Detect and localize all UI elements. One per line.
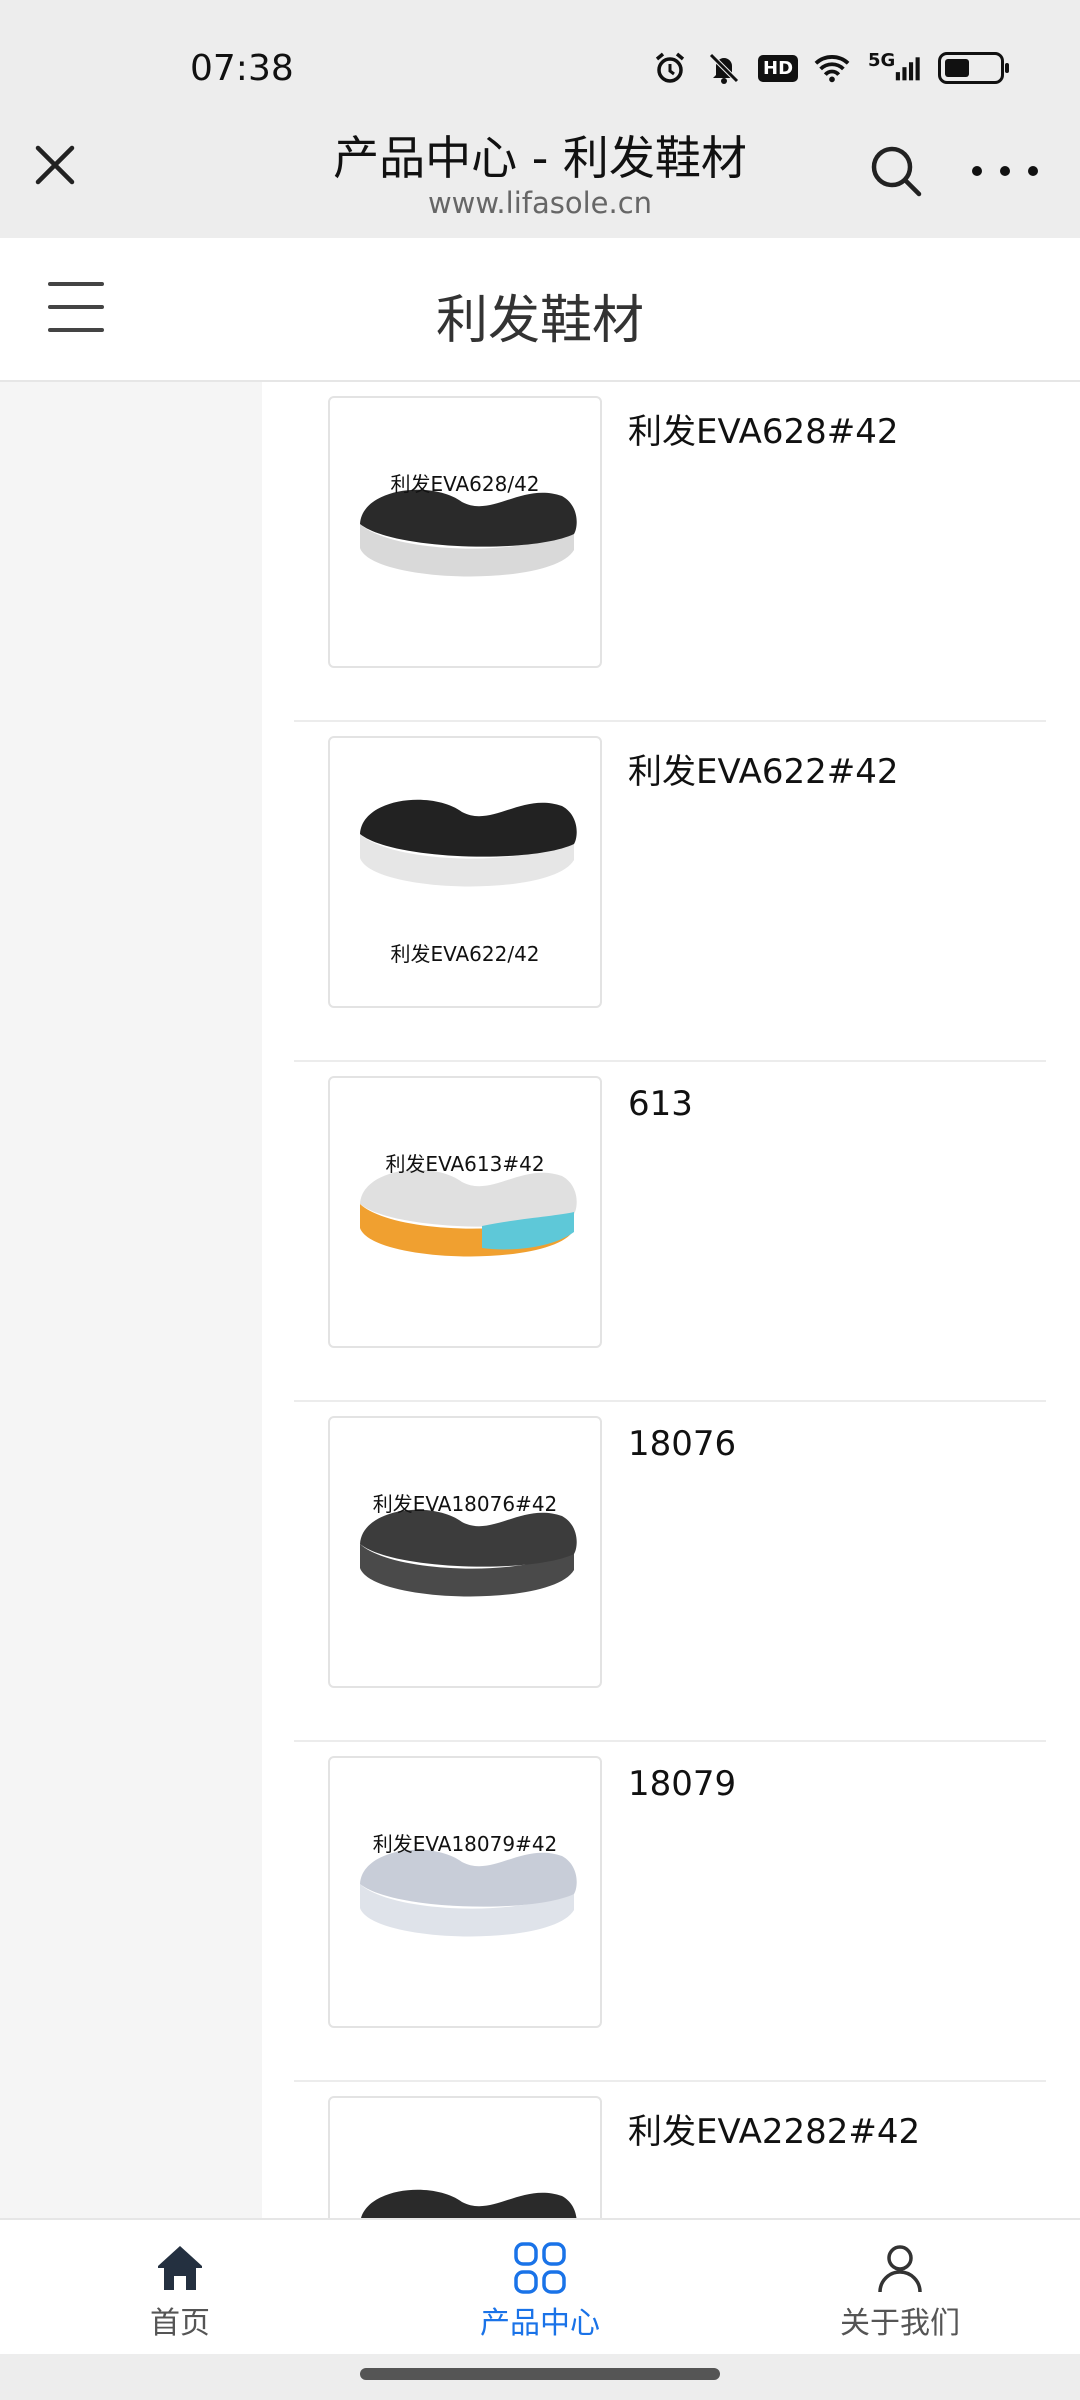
- product-title[interactable]: 613: [628, 1084, 693, 1124]
- product-image[interactable]: 利发EVA613#42: [328, 1076, 602, 1348]
- search-icon: [871, 146, 922, 197]
- gesture-area: [0, 2354, 1080, 2400]
- product-title[interactable]: 利发EVA2282#42: [628, 2104, 920, 2153]
- product-content: 利发EVA628/42 利发EVA628#42 利发EVA622/42 利发EVA62…: [0, 382, 1080, 2218]
- status-icons: HD 5G: [652, 50, 1009, 86]
- user-icon: [878, 2245, 922, 2293]
- hd-icon: HD: [758, 50, 799, 86]
- status-time: 07:38: [190, 48, 294, 89]
- search-button[interactable]: [868, 143, 924, 199]
- wifi-icon: [814, 50, 850, 86]
- product-title[interactable]: 18076: [628, 1424, 736, 1464]
- sole-top: [360, 1849, 577, 1907]
- product-item[interactable]: 利发EVA18076#42 18076: [294, 1402, 1046, 1742]
- nav-about[interactable]: 关于我们: [720, 2220, 1080, 2356]
- grid-icon: [514, 2242, 566, 2294]
- nav-products[interactable]: 产品中心: [360, 2220, 720, 2356]
- sole-top: [360, 1509, 577, 1567]
- home-icon: [158, 2246, 202, 2290]
- home-indicator[interactable]: [360, 2368, 720, 2380]
- product-image[interactable]: 利发EVA622/42: [328, 736, 602, 1008]
- site-header: 利发鞋材: [0, 238, 1080, 382]
- product-item[interactable]: 利发EVA628/42 利发EVA628#42: [294, 382, 1046, 722]
- image-caption: 利发EVA622/42: [390, 942, 540, 966]
- shoe-sole-image: [360, 1169, 577, 1257]
- 5g-signal-icon: 5G: [868, 50, 920, 86]
- more-dot-icon: [1028, 166, 1038, 176]
- nav-label: 关于我们: [840, 2306, 960, 2341]
- product-image[interactable]: 利发EVA628/42: [328, 396, 602, 668]
- sole-top: [360, 799, 577, 857]
- shoe-sole-image: [361, 2189, 577, 2218]
- product-image[interactable]: [328, 2096, 602, 2218]
- mute-icon: [706, 50, 742, 86]
- product-title[interactable]: 18079: [628, 1764, 736, 1804]
- sole-top: [360, 489, 577, 547]
- more-dot-icon: [1000, 166, 1010, 176]
- shoe-sole-image: [360, 799, 577, 887]
- product-image[interactable]: 利发EVA18076#42: [328, 1416, 602, 1688]
- sole-top: [361, 2189, 577, 2218]
- nav-label: 首页: [150, 2306, 210, 2341]
- image-caption: 利发EVA628/42: [390, 472, 540, 496]
- shoe-sole-image: [360, 1849, 577, 1937]
- product-title[interactable]: 利发EVA622#42: [628, 744, 898, 793]
- product-title[interactable]: 利发EVA628#42: [628, 404, 898, 453]
- image-caption: 利发EVA18076#42: [372, 1492, 558, 1516]
- category-sidebar: [0, 382, 262, 2218]
- alarm-icon: [652, 50, 688, 86]
- image-caption: 利发EVA613#42: [385, 1152, 545, 1176]
- nav-home[interactable]: 首页: [0, 2220, 360, 2356]
- shoe-sole-image: [360, 1509, 577, 1597]
- nav-label: 产品中心: [480, 2306, 600, 2341]
- more-options-button[interactable]: [972, 156, 1038, 186]
- product-item[interactable]: 利发EVA622/42 利发EVA622#42: [294, 722, 1046, 1062]
- product-item[interactable]: 利发EVA613#42 613: [294, 1062, 1046, 1402]
- product-item[interactable]: 利发EVA2282#42: [294, 2082, 1046, 2218]
- product-item[interactable]: 利发EVA18079#42 18079: [294, 1742, 1046, 2082]
- battery-icon: [938, 52, 1009, 84]
- product-image[interactable]: 利发EVA18079#42: [328, 1756, 602, 2028]
- image-caption: 利发EVA18079#42: [372, 1832, 558, 1856]
- product-list: 利发EVA628/42 利发EVA628#42 利发EVA622/42 利发EVA62…: [262, 382, 1080, 2218]
- bottom-nav: 首页 产品中心 关于我们: [0, 2218, 1080, 2354]
- shoe-sole-image: [360, 489, 577, 577]
- site-title: 利发鞋材: [435, 291, 644, 351]
- more-dot-icon: [972, 166, 982, 176]
- browser-top-bar: 07:38 HD 5G 产品中心 - 利发鞋材 www.lifasole.cn: [0, 0, 1080, 238]
